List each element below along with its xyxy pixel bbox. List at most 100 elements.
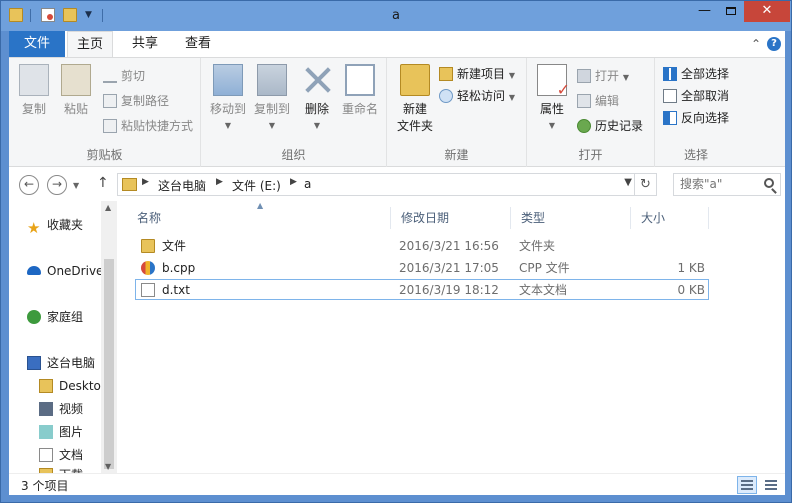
dropdown-icon: ▼ xyxy=(268,121,276,130)
rename-button[interactable]: 重命名 xyxy=(339,64,381,117)
copy-icon xyxy=(19,64,49,96)
help-icon[interactable]: ? xyxy=(767,37,781,51)
new-folder-label-1: 新建 xyxy=(402,102,427,116)
paste-button[interactable]: 粘贴 xyxy=(59,64,93,117)
nav-item-this-pc[interactable]: 这台电脑 xyxy=(27,353,95,373)
search-box[interactable] xyxy=(673,173,781,196)
folder-icon xyxy=(122,178,137,191)
close-button[interactable]: ✕ xyxy=(744,1,790,22)
tab-share[interactable]: 共享 xyxy=(122,31,168,57)
breadcrumb-this-pc[interactable]: 这台电脑 xyxy=(158,177,206,194)
details-view-icon[interactable] xyxy=(737,476,757,494)
breadcrumb-chevron-icon[interactable]: ▶ xyxy=(142,177,149,187)
file-row-txt[interactable]: d.txt 2016/3/19 18:12 文本文档 0 KB xyxy=(135,279,709,300)
maximize-button[interactable] xyxy=(718,1,744,22)
nav-item-desktop[interactable]: Desktop xyxy=(39,376,101,396)
paste-icon xyxy=(61,64,91,96)
scrollbar-thumb[interactable] xyxy=(104,259,114,469)
easy-access-button[interactable]: 轻松访问 ▼ xyxy=(439,86,515,106)
nav-item-homegroup[interactable]: 家庭组 xyxy=(27,307,83,327)
recent-locations-dropdown-icon[interactable]: ▼ xyxy=(73,181,79,190)
forward-button[interactable]: → xyxy=(47,175,67,195)
up-arrow-button[interactable]: ↑ xyxy=(97,175,109,191)
clipboard-group-label: 剪贴板 xyxy=(86,148,123,162)
copy-path-button[interactable]: 复制路径 xyxy=(103,91,169,111)
large-icons-view-icon[interactable] xyxy=(761,476,781,494)
nav-item-downloads[interactable]: 下载 xyxy=(39,465,83,473)
rename-label: 重命名 xyxy=(341,102,378,116)
content-area: ★ 收藏夹 OneDrive 家庭组 这台电脑 Desktop 视频 图片 文档 xyxy=(9,201,785,473)
select-all-button[interactable]: 全部选择 xyxy=(663,64,729,84)
open-button[interactable]: 打开 ▼ xyxy=(577,66,629,86)
navigation-pane-scrollbar[interactable]: ▲ ▼ xyxy=(101,201,117,473)
column-header-type[interactable]: 类型 xyxy=(511,207,631,229)
edit-button[interactable]: 编辑 xyxy=(577,91,619,111)
nav-item-videos[interactable]: 视频 xyxy=(39,399,83,419)
tab-view[interactable]: 查看 xyxy=(175,31,221,57)
invert-selection-button[interactable]: 反向选择 xyxy=(663,108,729,128)
file-date: 2016/3/21 16:56 xyxy=(399,239,499,253)
new-folder-button[interactable]: 新建 文件夹 xyxy=(395,64,435,134)
nav-item-documents[interactable]: 文档 xyxy=(39,445,83,465)
delete-button[interactable]: 删除 ▼ xyxy=(299,64,335,131)
back-button[interactable]: ← xyxy=(19,175,39,195)
homegroup-icon xyxy=(27,309,41,324)
file-name-text: d.txt xyxy=(162,283,190,297)
cut-button[interactable]: 剪切 xyxy=(103,66,145,86)
nav-item-onedrive[interactable]: OneDrive xyxy=(27,261,101,281)
tab-file[interactable]: 文件 xyxy=(9,31,65,57)
column-header-date[interactable]: 修改日期 xyxy=(391,207,511,229)
select-group: 全部选择 全部取消 反向选择 选择 xyxy=(655,58,737,167)
copy-path-label: 复制路径 xyxy=(121,94,170,108)
refresh-button[interactable]: ↻ xyxy=(634,174,656,195)
scissors-icon xyxy=(103,69,117,83)
copy-button[interactable]: 复制 xyxy=(17,64,51,117)
title-bar[interactable]: ▼ a — ✕ xyxy=(1,1,791,31)
nav-item-favorites[interactable]: ★ 收藏夹 xyxy=(27,215,83,237)
nav-item-label: 这台电脑 xyxy=(47,356,96,370)
column-header-size[interactable]: 大小 xyxy=(631,207,709,229)
easy-access-icon xyxy=(439,88,453,103)
address-bar[interactable]: ▶ 这台电脑 ▶ 文件 (E:) ▶ a ▼ ↻ xyxy=(117,173,657,196)
tab-home[interactable]: 主页 xyxy=(67,31,113,57)
file-name-text: 文件 xyxy=(162,239,187,253)
file-row-folder[interactable]: 文件 2016/3/21 16:56 文件夹 xyxy=(135,236,709,257)
file-name: d.txt xyxy=(141,280,190,301)
breadcrumb-chevron-icon[interactable]: ▶ xyxy=(290,177,297,187)
copy-to-button[interactable]: 复制到 ▼ xyxy=(251,64,293,131)
search-input[interactable] xyxy=(680,177,760,191)
breadcrumb-folder-a[interactable]: a xyxy=(304,177,311,191)
history-icon xyxy=(577,118,591,133)
forward-arrow-icon: → xyxy=(51,177,63,191)
dropdown-icon: ▼ xyxy=(508,71,515,80)
invert-selection-icon xyxy=(663,110,677,125)
address-history-dropdown-icon[interactable]: ▼ xyxy=(624,177,632,188)
dropdown-icon: ▼ xyxy=(224,121,232,130)
open-group: 属性 ▼ 打开 ▼ 编辑 历史记录 打开 xyxy=(527,58,655,167)
history-button[interactable]: 历史记录 xyxy=(577,116,643,136)
breadcrumb-drive-e[interactable]: 文件 (E:) xyxy=(232,177,281,194)
file-type: 文本文档 xyxy=(519,283,568,297)
scroll-down-icon[interactable]: ▼ xyxy=(105,462,111,471)
move-to-icon xyxy=(213,64,243,96)
video-folder-icon xyxy=(39,401,53,416)
column-header-name[interactable]: 名称 xyxy=(127,207,391,229)
back-arrow-icon: ← xyxy=(23,177,35,191)
file-row-cpp[interactable]: b.cpp 2016/3/21 17:05 CPP 文件 1 KB xyxy=(135,258,709,279)
scroll-up-icon[interactable]: ▲ xyxy=(105,203,111,212)
search-icon[interactable] xyxy=(764,178,774,188)
copy-path-icon xyxy=(103,93,117,108)
paste-shortcut-button[interactable]: 粘贴快捷方式 xyxy=(103,116,193,136)
dropdown-icon: ▼ xyxy=(548,121,556,130)
nav-item-pictures[interactable]: 图片 xyxy=(39,422,83,442)
select-none-button[interactable]: 全部取消 xyxy=(663,86,729,106)
move-to-button[interactable]: 移动到 ▼ xyxy=(207,64,249,131)
move-to-label: 移动到 xyxy=(209,102,246,116)
breadcrumb-chevron-icon[interactable]: ▶ xyxy=(216,177,223,187)
minimize-button[interactable]: — xyxy=(691,1,718,22)
select-all-label: 全部选择 xyxy=(681,67,730,81)
select-all-icon xyxy=(663,66,677,81)
new-item-button[interactable]: 新建项目 ▼ xyxy=(439,64,515,84)
collapse-ribbon-icon[interactable]: ⌃ xyxy=(751,31,761,57)
properties-button[interactable]: 属性 ▼ xyxy=(535,64,570,131)
